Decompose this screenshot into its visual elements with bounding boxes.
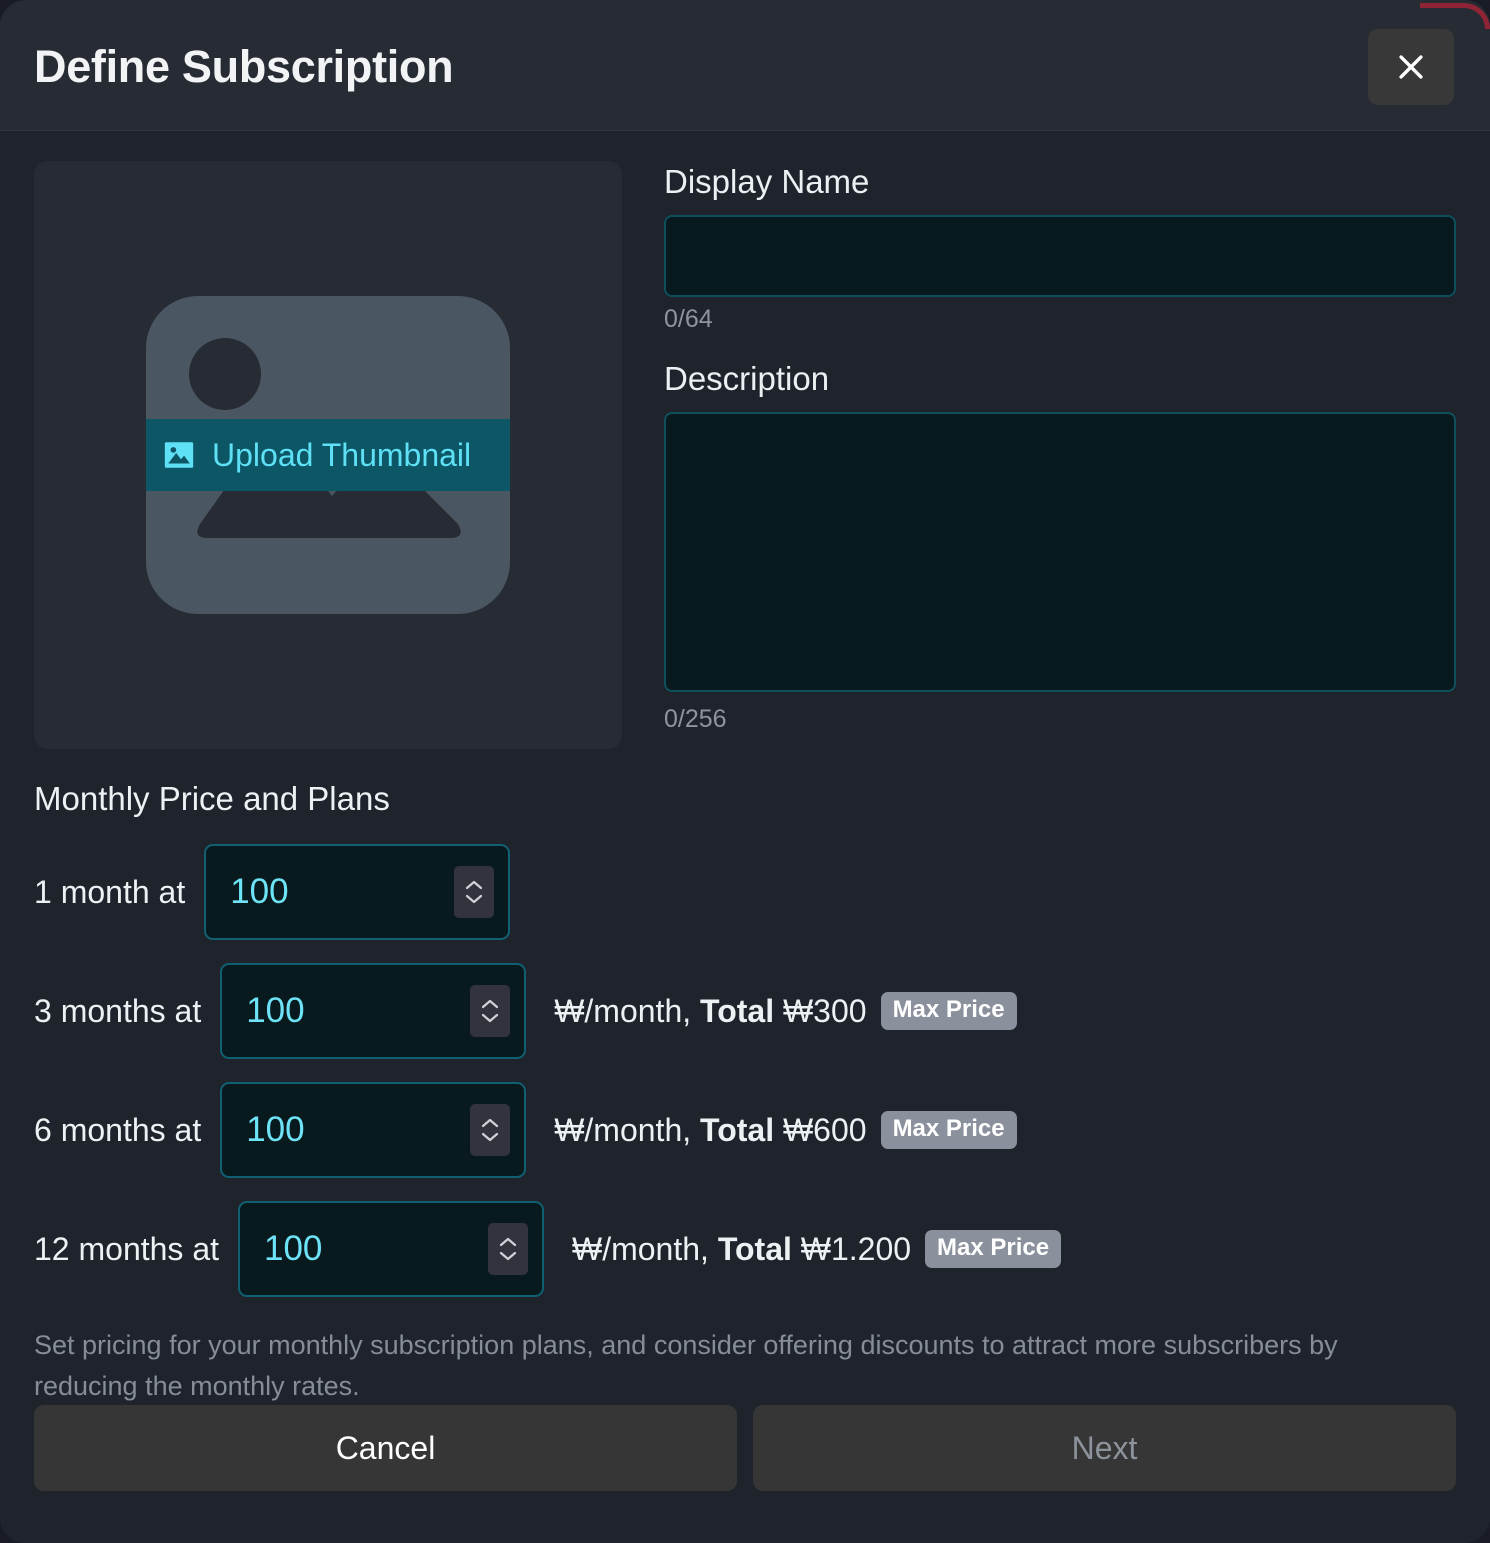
modal-footer: Cancel Next	[34, 1405, 1456, 1491]
plan-summary: ₩/month, Total ₩300 Max Price	[554, 992, 1017, 1030]
plan-price-field	[204, 844, 511, 940]
display-name-counter: 0/64	[664, 305, 713, 333]
plan-total-label: Total	[700, 1111, 775, 1148]
chevron-down-icon	[481, 1132, 499, 1142]
chevron-down-icon	[481, 1013, 499, 1023]
chevron-up-icon	[499, 1237, 517, 1247]
plan-price-field	[220, 963, 527, 1059]
plan-total-label: Total	[700, 992, 775, 1029]
plan-price-stepper[interactable]	[454, 866, 495, 918]
upload-thumbnail-button[interactable]: Upload Thumbnail	[146, 419, 510, 491]
next-button[interactable]: Next	[753, 1405, 1456, 1491]
upload-thumbnail-label: Upload Thumbnail	[212, 436, 472, 473]
display-name-label: Display Name	[664, 163, 870, 200]
pricing-section-title: Monthly Price and Plans	[34, 780, 390, 817]
plan-unit-label: ₩/month,	[572, 1230, 709, 1267]
plan-total-value: ₩1.200	[800, 1230, 912, 1267]
plan-row: 6 months at ₩/month, Total ₩600 Max Pric…	[34, 1080, 1456, 1180]
fields-column: Display Name 0/64 Description 0/256	[664, 161, 1456, 760]
pricing-help-text: Set pricing for your monthly subscriptio…	[34, 1330, 1338, 1401]
plan-price-stepper[interactable]	[488, 1223, 528, 1275]
status-badge: Max Price	[880, 1111, 1017, 1149]
plan-row: 1 month at	[34, 842, 1456, 942]
plan-total-value: ₩600	[782, 1111, 867, 1148]
modal-header: Define Subscription	[0, 3, 1490, 131]
plan-label: 3 months at	[34, 992, 202, 1029]
close-icon	[1394, 50, 1428, 84]
modal-body: Upload Thumbnail Display Name 0/64 Descr…	[0, 131, 1490, 1543]
define-subscription-modal: Define Subscription Upload Thumbnail Dis…	[0, 0, 1490, 1543]
chevron-up-icon	[465, 880, 483, 890]
plan-price-field	[220, 1082, 527, 1178]
description-counter: 0/256	[664, 705, 727, 733]
description-label: Description	[664, 360, 830, 397]
chevron-down-icon	[499, 1251, 517, 1261]
page-title: Define Subscription	[34, 40, 454, 92]
close-button[interactable]	[1368, 28, 1454, 105]
image-icon	[162, 438, 196, 472]
description-input[interactable]	[664, 412, 1456, 692]
plan-price-field	[238, 1201, 544, 1297]
chevron-up-icon	[481, 1118, 499, 1128]
display-name-input[interactable]	[664, 215, 1456, 297]
plan-price-stepper[interactable]	[470, 985, 511, 1037]
chevron-up-icon	[481, 999, 499, 1009]
thumbnail-placeholder: Upload Thumbnail	[146, 296, 510, 614]
status-badge: Max Price	[880, 992, 1017, 1030]
plan-total-label: Total	[717, 1230, 792, 1267]
plan-summary: ₩/month, Total ₩600 Max Price	[554, 1111, 1017, 1149]
plan-summary: ₩/month, Total ₩1.200 Max Price	[572, 1230, 1062, 1268]
cancel-button[interactable]: Cancel	[34, 1405, 737, 1491]
plan-row: 12 months at ₩/month, Total ₩1.200 Max P…	[34, 1199, 1456, 1299]
plan-unit-label: ₩/month,	[554, 1111, 692, 1148]
chevron-down-icon	[465, 894, 483, 904]
status-badge: Max Price	[925, 1230, 1062, 1268]
plan-label: 1 month at	[34, 873, 186, 910]
plan-price-stepper[interactable]	[470, 1104, 511, 1156]
upload-and-fields-row: Upload Thumbnail Display Name 0/64 Descr…	[34, 161, 1456, 760]
plan-label: 12 months at	[34, 1230, 219, 1267]
plan-total-value: ₩300	[782, 992, 867, 1029]
plan-label: 6 months at	[34, 1111, 202, 1148]
thumbnail-upload-panel[interactable]: Upload Thumbnail	[34, 161, 622, 749]
plan-unit-label: ₩/month,	[554, 992, 692, 1029]
pricing-section: Monthly Price and Plans 1 month at 3 mon…	[34, 780, 1456, 1406]
plan-row: 3 months at ₩/month, Total ₩300 Max Pric…	[34, 961, 1456, 1061]
